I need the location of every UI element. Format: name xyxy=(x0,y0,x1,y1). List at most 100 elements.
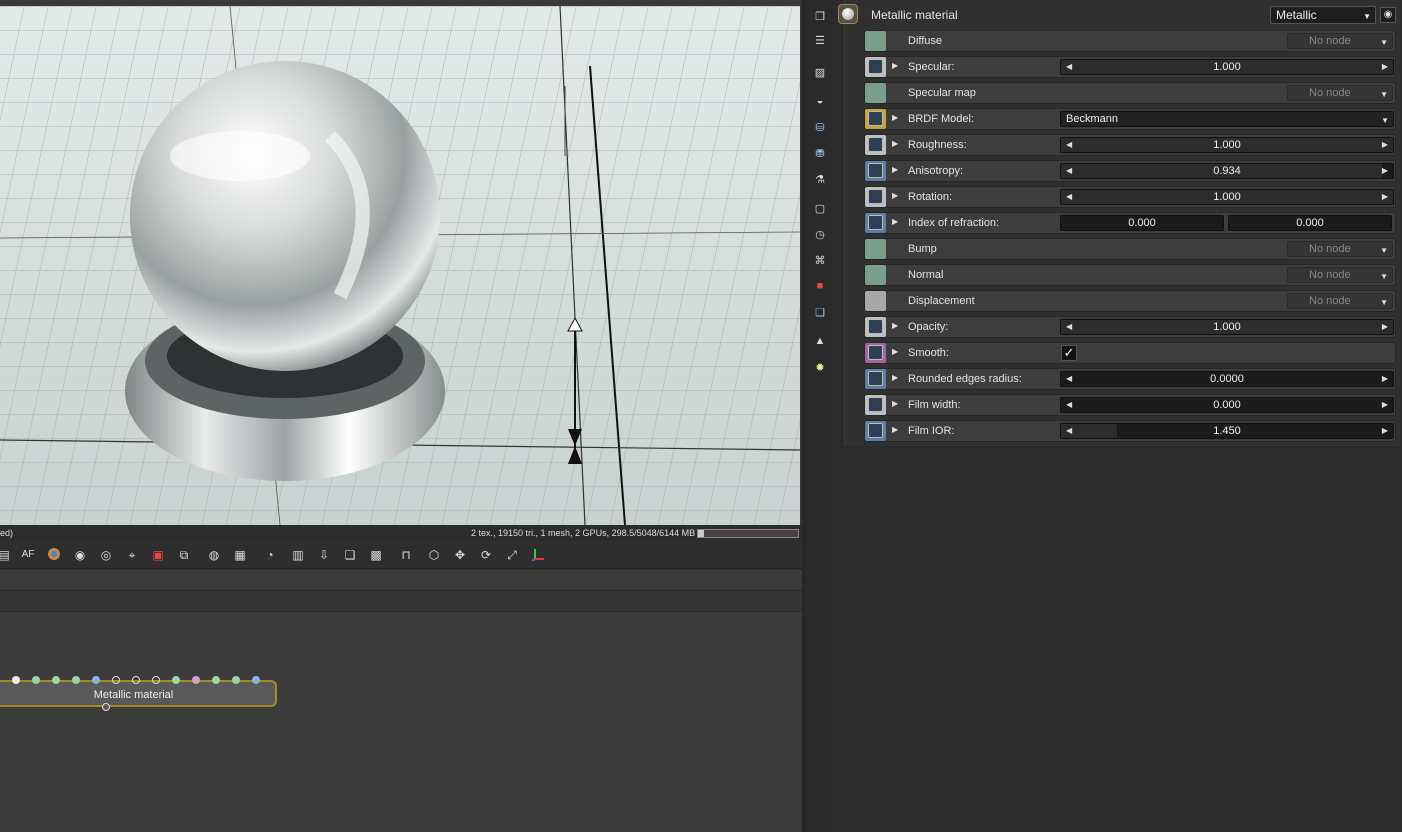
brdf-select[interactable]: Beckmann ▼ xyxy=(1060,111,1394,127)
outliner-icon[interactable]: ☰ xyxy=(812,32,828,48)
expand-arrow-icon[interactable]: ▶ xyxy=(892,347,898,356)
increment-icon[interactable]: ▶ xyxy=(1382,192,1388,201)
database-alt-icon[interactable]: ⛃ xyxy=(812,145,828,161)
param-pin[interactable] xyxy=(865,161,886,181)
sun-icon[interactable]: ✹ xyxy=(812,359,828,375)
node-input-port[interactable] xyxy=(12,676,20,684)
node-input-port[interactable] xyxy=(152,676,160,684)
smooth-checkbox[interactable]: ✓ xyxy=(1061,345,1077,361)
material-type-select[interactable]: Metallic ▼ xyxy=(1270,6,1376,24)
frame-icon[interactable]: ▢ xyxy=(812,200,828,216)
node-select[interactable]: No node ▼ xyxy=(1287,85,1393,101)
expand-arrow-icon[interactable]: ▶ xyxy=(892,373,898,382)
node-input-port[interactable] xyxy=(172,676,180,684)
param-pin[interactable] xyxy=(865,187,886,207)
color-wheel-icon[interactable] xyxy=(46,547,62,563)
fullscreen-icon[interactable]: ⤢ xyxy=(504,547,520,563)
pick-icon[interactable]: ⌖ xyxy=(124,547,140,563)
material-ball-icon[interactable]: ◉ xyxy=(72,547,88,563)
speedometer-icon[interactable]: ◔ xyxy=(262,547,278,563)
node-input-port[interactable] xyxy=(252,676,260,684)
axis-icon[interactable] xyxy=(530,547,546,563)
export-icon[interactable]: ⧉ xyxy=(176,547,192,563)
stack-icon[interactable]: ❏ xyxy=(812,304,828,320)
param-slider[interactable]: ◀ 0.000 ▶ xyxy=(1060,397,1394,413)
camera-settings-icon[interactable]: ◒ xyxy=(812,93,828,109)
param-pin[interactable] xyxy=(865,343,886,363)
param-pin[interactable] xyxy=(865,421,886,441)
material-node[interactable]: Metallic material xyxy=(0,680,277,707)
grid-icon[interactable]: ▦ xyxy=(232,547,248,563)
expand-arrow-icon[interactable]: ▶ xyxy=(892,165,898,174)
cube-red-icon[interactable]: ■ xyxy=(812,278,828,294)
node-input-port[interactable] xyxy=(112,676,120,684)
ior-field-2[interactable]: 0.000 xyxy=(1228,215,1392,231)
node-select[interactable]: No node ▼ xyxy=(1287,241,1393,257)
expand-arrow-icon[interactable]: ▶ xyxy=(892,321,898,330)
param-pin[interactable] xyxy=(865,265,886,285)
param-pin[interactable] xyxy=(865,395,886,415)
param-pin[interactable] xyxy=(865,109,886,129)
region-icon[interactable]: ▣ xyxy=(150,547,166,563)
expand-arrow-icon[interactable]: ▶ xyxy=(892,191,898,200)
node-input-port[interactable] xyxy=(92,676,100,684)
node-input-port[interactable] xyxy=(72,676,80,684)
param-pin[interactable] xyxy=(865,213,886,233)
move-icon[interactable]: ✥ xyxy=(452,547,468,563)
increment-icon[interactable]: ▶ xyxy=(1382,400,1388,409)
param-pin[interactable] xyxy=(865,369,886,389)
node-select[interactable]: No node ▼ xyxy=(1287,267,1393,283)
param-slider[interactable]: ◀ 1.000 ▶ xyxy=(1060,319,1394,335)
param-slider[interactable]: ◀ 1.000 ▶ xyxy=(1060,59,1394,75)
param-pin[interactable] xyxy=(865,31,886,51)
increment-icon[interactable]: ▶ xyxy=(1382,166,1388,175)
download-icon[interactable]: ⇩ xyxy=(316,547,332,563)
expand-arrow-icon[interactable]: ▶ xyxy=(892,61,898,70)
expand-arrow-icon[interactable]: ▶ xyxy=(892,113,898,122)
increment-icon[interactable]: ▶ xyxy=(1382,374,1388,383)
param-slider[interactable]: ◀ 0.934 ▶ xyxy=(1060,163,1394,179)
script-icon[interactable]: ⌘ xyxy=(812,252,828,268)
node-input-port[interactable] xyxy=(212,676,220,684)
increment-icon[interactable]: ▶ xyxy=(1382,426,1388,435)
rotate-icon[interactable]: ⟳ xyxy=(478,547,494,563)
param-pin[interactable] xyxy=(865,135,886,155)
param-slider[interactable]: ◀ 0.0000 ▶ xyxy=(1060,371,1394,387)
cube-icon[interactable]: ⬡ xyxy=(426,547,442,563)
layers-icon[interactable]: ❐ xyxy=(812,8,828,24)
expand-arrow-icon[interactable]: ▶ xyxy=(892,425,898,434)
node-input-port[interactable] xyxy=(32,676,40,684)
render-viewport[interactable] xyxy=(0,0,800,525)
expand-arrow-icon[interactable]: ▶ xyxy=(892,139,898,148)
list-icon[interactable]: ▤ xyxy=(0,547,12,563)
paint-icon[interactable]: ⚗ xyxy=(812,171,828,187)
image-icon[interactable]: ▨ xyxy=(812,64,828,80)
node-input-port[interactable] xyxy=(52,676,60,684)
expand-arrow-icon[interactable]: ▶ xyxy=(892,399,898,408)
checker-icon[interactable]: ▩ xyxy=(368,547,384,563)
param-slider[interactable]: ◀ 1.000 ▶ xyxy=(1060,137,1394,153)
expand-arrow-icon[interactable]: ▶ xyxy=(892,217,898,226)
param-pin[interactable] xyxy=(865,317,886,337)
increment-icon[interactable]: ▶ xyxy=(1382,140,1388,149)
node-input-port[interactable] xyxy=(192,676,200,684)
increment-icon[interactable]: ▶ xyxy=(1382,62,1388,71)
param-pin[interactable] xyxy=(865,83,886,103)
node-select[interactable]: No node ▼ xyxy=(1287,33,1393,49)
param-pin[interactable] xyxy=(865,239,886,259)
ior-field-1[interactable]: 0.000 xyxy=(1060,215,1224,231)
param-pin[interactable] xyxy=(865,57,886,77)
camera-icon[interactable]: ◍ xyxy=(206,547,222,563)
clipboard-icon[interactable]: ▥ xyxy=(290,547,306,563)
picture-icon[interactable]: ▲ xyxy=(812,333,828,349)
node-graph-editor[interactable] xyxy=(0,612,802,832)
node-select[interactable]: No node ▼ xyxy=(1287,293,1393,309)
node-input-port[interactable] xyxy=(132,676,140,684)
increment-icon[interactable]: ▶ xyxy=(1382,322,1388,331)
param-slider[interactable]: ◀ 1.000 ▶ xyxy=(1060,189,1394,205)
node-input-port[interactable] xyxy=(232,676,240,684)
layers-icon[interactable]: ❏ xyxy=(342,547,358,563)
param-slider[interactable]: ◀ 1.450 ▶ xyxy=(1060,423,1394,439)
node-output-port[interactable] xyxy=(102,703,110,711)
param-pin[interactable] xyxy=(865,291,886,311)
